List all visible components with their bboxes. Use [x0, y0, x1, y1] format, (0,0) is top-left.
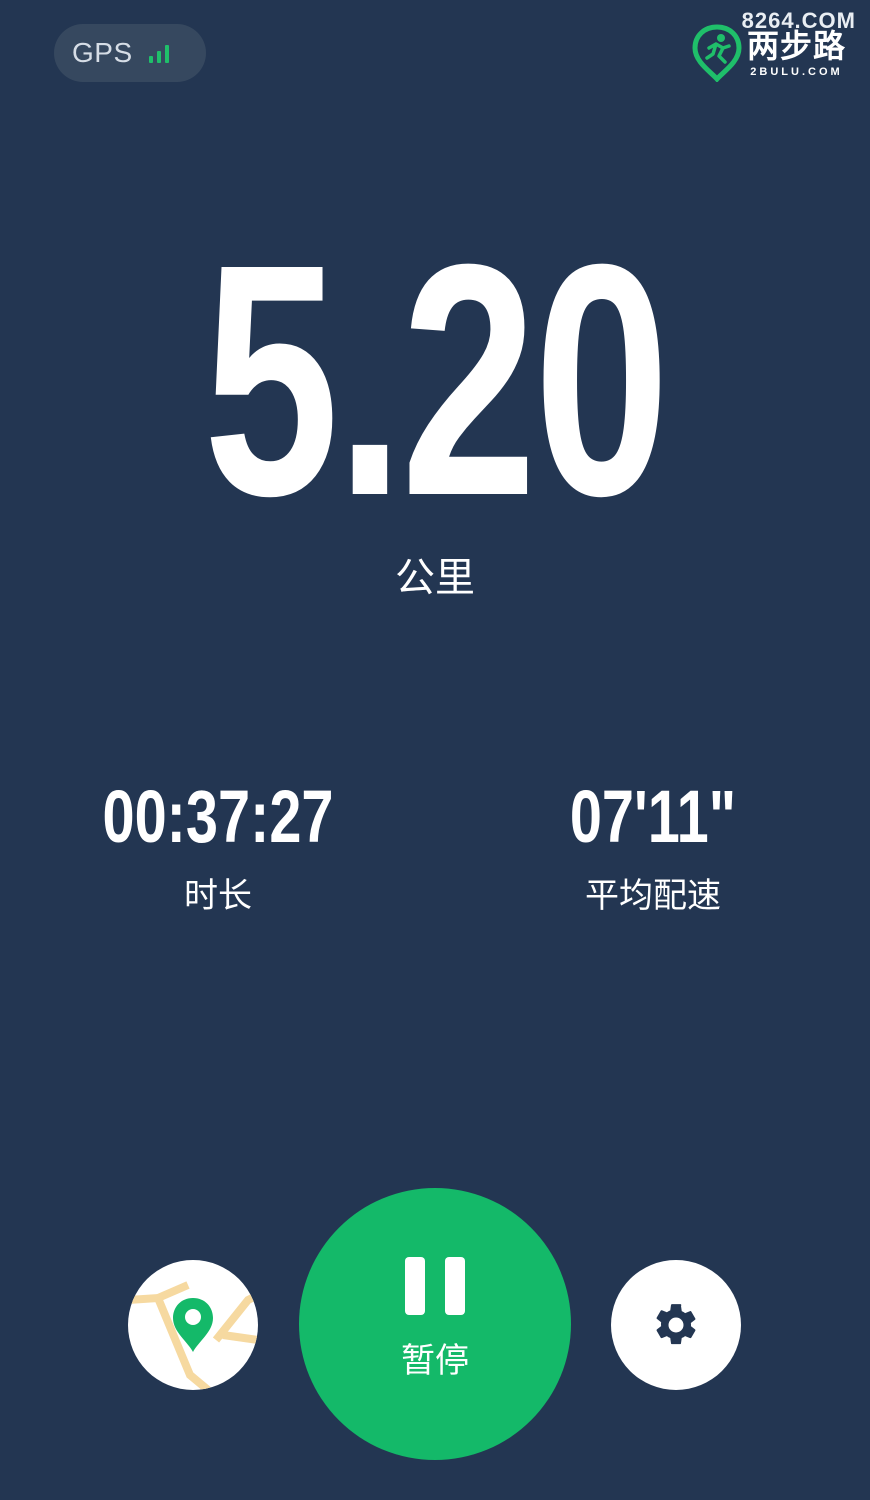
brand-logo: 两步路 2BULU.COM [691, 24, 846, 82]
settings-button[interactable] [611, 1260, 741, 1390]
brand-name: 两步路 [746, 27, 846, 65]
distance-unit: 公里 [395, 555, 475, 601]
map-button[interactable] [128, 1260, 258, 1390]
pause-button[interactable]: 暂停 [299, 1188, 571, 1460]
duration-label: 时长 [184, 876, 252, 916]
gps-label: GPS [72, 37, 133, 68]
duration-stat: 00:37:27 时长 [68, 780, 368, 917]
gps-status-pill: GPS [54, 24, 206, 82]
gear-icon [656, 1304, 696, 1345]
pace-stat: 07'11" 平均配速 [503, 780, 803, 917]
pause-label: 暂停 [401, 1340, 469, 1381]
gps-signal-icon [148, 43, 169, 63]
distance-value: 5.20 [203, 195, 669, 564]
runner-pin-icon [692, 24, 742, 82]
pace-value: 07'11" [569, 775, 737, 858]
brand-domain: 2BULU.COM [750, 66, 843, 78]
duration-value: 00:37:27 [102, 775, 334, 858]
map-pin-icon [128, 1281, 258, 1390]
pace-label: 平均配速 [585, 876, 721, 916]
pause-icon [405, 1256, 465, 1315]
